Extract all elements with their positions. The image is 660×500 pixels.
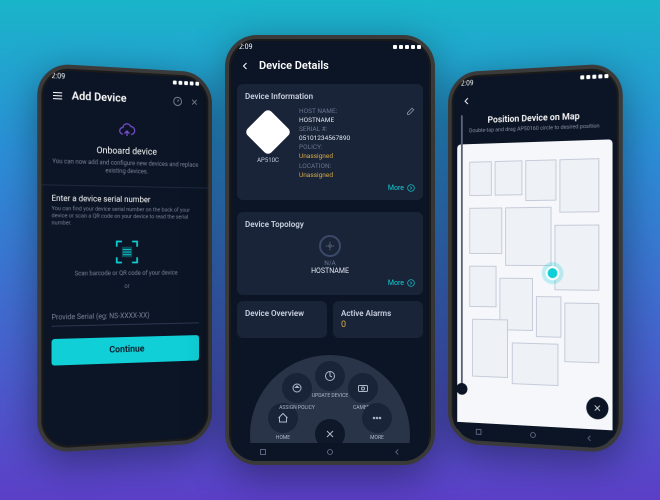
radial-menu: HOME ASSIGN POLICY UPDATE DEVICE CAMERA … [250,355,410,445]
zoom-slider-track[interactable] [461,115,463,391]
status-time: 2:09 [52,72,66,81]
card-title: Device Information [245,92,415,101]
device-position-marker[interactable] [545,266,559,280]
header: Device Details [229,53,431,78]
nav-home-icon[interactable] [325,447,335,457]
back-icon[interactable] [461,95,472,107]
upload-icon [47,118,202,144]
status-time: 2:09 [239,43,253,51]
qr-desc: Scan barcode or QR code of your device [52,270,200,278]
serial-input[interactable]: Provide Serial (eg: NS-XXXX-XX) [52,307,200,327]
device-info-card: Device Information AP510C HOST NAME: HOS… [237,84,423,200]
android-nav-bar [229,443,431,461]
onboard-desc: You can now add and configure new device… [47,158,202,178]
device-image [244,108,292,156]
alarm-count: 0 [341,320,415,330]
menu-icon[interactable] [52,89,64,102]
status-bar: 2:09 [229,39,431,53]
phone-device-details: 2:09 Device Details Device Information A… [225,35,435,465]
phone-position-map: 2:09 Position Device on Map Double-tap a… [448,63,623,454]
serial-header: Enter a device serial number [52,193,200,204]
continue-button[interactable]: Continue [52,335,200,366]
bottom-cards: Device Overview Active Alarms 0 [237,301,423,338]
device-image-block: AP510C [245,107,291,164]
status-icons [393,45,421,49]
topology-host: HOSTNAME [311,267,349,275]
onboard-section: Onboard device You can now add and confi… [41,107,208,188]
radial-more[interactable]: MORE [362,403,392,433]
status-time: 2:09 [461,79,474,88]
nav-recents-icon[interactable] [474,427,483,437]
qr-scan-box[interactable]: Scan barcode or QR code of your device [52,238,200,278]
serial-section: Enter a device serial number You can fin… [41,185,208,299]
zoom-slider-thumb[interactable] [456,383,467,395]
device-topology-card: Device Topology N/A HOSTNAME More [237,212,423,295]
header-title: Add Device [72,89,127,105]
help-icon[interactable] [173,96,182,106]
topology-na: N/A [324,259,336,267]
nav-recents-icon[interactable] [258,447,268,457]
device-fields: HOST NAME: HOSTNAME SERIAL #: 0510123456… [299,107,415,180]
close-fab[interactable] [586,396,608,420]
status-icons [173,80,199,85]
close-icon[interactable] [190,97,199,107]
device-model: AP510C [245,157,291,164]
card-title: Device Topology [245,220,415,229]
serial-sub: You can find your device serial number o… [52,206,200,229]
more-link[interactable]: More [245,184,415,192]
edit-icon[interactable] [405,107,415,117]
more-link[interactable]: More [245,279,415,287]
phone-add-device: 2:09 Add Device Onboard device You can n… [37,63,212,454]
radial-update-device[interactable]: UPDATE DEVICE [315,361,345,391]
nav-home-icon[interactable] [528,430,538,441]
status-icons [580,74,608,80]
radial-camera[interactable]: CAMERA [348,373,378,403]
radial-assign-policy[interactable]: ASSIGN POLICY [282,373,312,403]
header-title: Device Details [259,59,329,72]
nav-back-icon[interactable] [392,447,402,457]
topology-icon [319,235,341,257]
floor-plan[interactable] [457,139,612,442]
or-divider: or [52,282,200,291]
onboard-title: Onboard device [47,144,202,159]
device-overview-card[interactable]: Device Overview [237,301,327,338]
active-alarms-card[interactable]: Active Alarms 0 [333,301,423,338]
nav-back-icon[interactable] [585,433,595,444]
back-icon[interactable] [239,60,251,72]
